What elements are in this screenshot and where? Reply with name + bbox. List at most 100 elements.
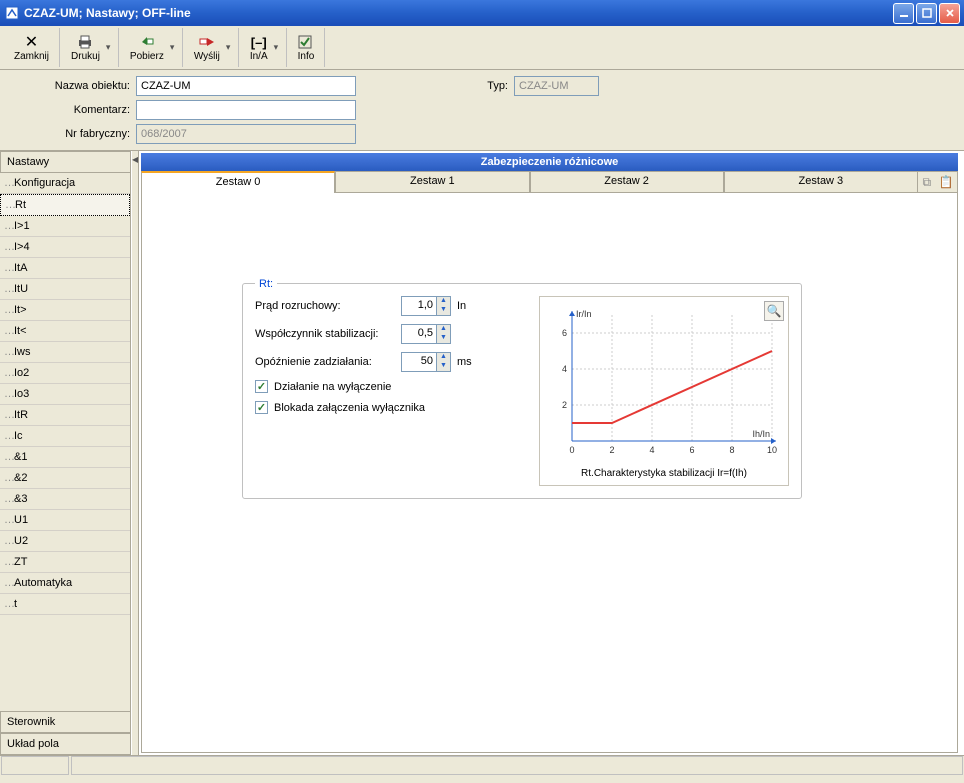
- spin-up-icon[interactable]: ▲: [437, 353, 450, 362]
- status-cell-1: [1, 756, 69, 775]
- sidebar-item-&2[interactable]: &2: [0, 468, 130, 489]
- sidebar-item-u2[interactable]: U2: [0, 531, 130, 552]
- tab-zestaw-1[interactable]: Zestaw 1: [335, 171, 529, 193]
- close-tool-button[interactable]: ✕ Zamknij: [8, 31, 55, 64]
- tab-zestaw-2[interactable]: Zestaw 2: [530, 171, 724, 193]
- svg-text:6: 6: [689, 445, 694, 455]
- content-header: Zabezpieczenie różnicowe: [141, 153, 958, 171]
- stab-factor-spinner[interactable]: 0,5 ▲▼: [401, 324, 451, 344]
- sidebar-item-io2[interactable]: Io2: [0, 363, 130, 384]
- breaker-block-checkbox[interactable]: ✓: [255, 401, 268, 414]
- paste-icon[interactable]: 📋: [939, 175, 953, 189]
- window-title: CZAZ-UM; Nastawy; OFF-line: [24, 6, 893, 20]
- zoom-icon[interactable]: 🔍: [764, 301, 784, 321]
- send-tool-button[interactable]: Wyślij: [188, 31, 226, 64]
- splitter[interactable]: ◀: [131, 151, 139, 755]
- startup-current-spinner[interactable]: 1,0 ▲▼: [401, 296, 451, 316]
- svg-text:Ir/In: Ir/In: [576, 309, 592, 319]
- content-area: Zabezpieczenie różnicowe Zestaw 0Zestaw …: [139, 151, 964, 755]
- svg-text:4: 4: [562, 364, 567, 374]
- form-area: Nazwa obiektu: Typ: Komentarz: Nr fabryc…: [0, 70, 964, 150]
- chart-plot: 0246810246Ih/InIr/In: [546, 303, 782, 463]
- trip-action-checkbox[interactable]: ✓: [255, 380, 268, 393]
- chart-box: 🔍 0246810246Ih/InIr/In Rt.Charakterystyk…: [539, 296, 789, 486]
- chart-caption: Rt.Charakterystyka stabilizacji Ir=f(Ih): [546, 468, 782, 479]
- spin-up-icon[interactable]: ▲: [437, 297, 450, 306]
- sidebar-item-konfiguracja[interactable]: Konfiguracja: [0, 173, 130, 194]
- svg-text:2: 2: [562, 400, 567, 410]
- serial-field: [136, 124, 356, 144]
- printer-icon: [76, 33, 94, 51]
- delay-spinner[interactable]: 50 ▲▼: [401, 352, 451, 372]
- object-name-field[interactable]: [136, 76, 356, 96]
- sidebar-item-t[interactable]: t: [0, 594, 130, 615]
- delay-label: Opóźnienie zadziałania:: [255, 356, 395, 368]
- svg-text:Ih/In: Ih/In: [752, 429, 770, 439]
- svg-text:2: 2: [609, 445, 614, 455]
- sidebar-item-itu[interactable]: ItU: [0, 279, 130, 300]
- tab-content: Rt: Prąd rozruchowy: 1,0 ▲▼ In Współc: [141, 193, 958, 753]
- type-label: Typ:: [468, 80, 508, 92]
- rt-title: Rt:: [255, 278, 277, 290]
- comment-field[interactable]: [136, 100, 356, 120]
- sidebar-item-u1[interactable]: U1: [0, 510, 130, 531]
- app-icon: [4, 5, 20, 21]
- info-tool-button[interactable]: Info: [292, 31, 321, 64]
- close-button[interactable]: [939, 3, 960, 24]
- download-tool-button[interactable]: Pobierz: [124, 31, 170, 64]
- svg-text:0: 0: [569, 445, 574, 455]
- copy-icon[interactable]: ⧉: [923, 175, 937, 189]
- tab-strip: Zestaw 0Zestaw 1Zestaw 2Zestaw 3 ⧉📋: [141, 171, 958, 193]
- object-name-label: Nazwa obiektu:: [10, 80, 130, 92]
- stab-factor-label: Współczynnik stabilizacji:: [255, 328, 395, 340]
- sidebar-item-automatyka[interactable]: Automatyka: [0, 573, 130, 594]
- sidebar-item-&1[interactable]: &1: [0, 447, 130, 468]
- comment-label: Komentarz:: [10, 104, 130, 116]
- sterownik-header[interactable]: Sterownik: [0, 711, 131, 733]
- chevron-left-icon: ◀: [132, 155, 138, 164]
- tab-zestaw-3[interactable]: Zestaw 3: [724, 171, 918, 193]
- sidebar-item-zt[interactable]: ZT: [0, 552, 130, 573]
- trip-action-label: Działanie na wyłączenie: [274, 381, 391, 393]
- sidebar-item-i>1[interactable]: I>1: [0, 216, 130, 237]
- check-icon: [298, 33, 314, 51]
- brackets-icon: [–]: [251, 33, 267, 51]
- uklad-pola-header[interactable]: Układ pola: [0, 733, 131, 755]
- sidebar-item-ic[interactable]: Ic: [0, 426, 130, 447]
- startup-current-unit: In: [457, 300, 481, 312]
- sidebar-item-ita[interactable]: ItA: [0, 258, 130, 279]
- download-dropdown[interactable]: ▾: [170, 42, 178, 53]
- sidebar-item-i>4[interactable]: I>4: [0, 237, 130, 258]
- spin-down-icon[interactable]: ▼: [437, 334, 450, 343]
- maximize-button[interactable]: [916, 3, 937, 24]
- sidebar-item-rt[interactable]: Rt: [0, 194, 130, 216]
- svg-text:8: 8: [729, 445, 734, 455]
- print-tool-button[interactable]: Drukuj: [65, 31, 106, 64]
- status-cell-2: [71, 756, 963, 775]
- rt-panel: Rt: Prąd rozruchowy: 1,0 ▲▼ In Współc: [242, 283, 802, 499]
- spin-down-icon[interactable]: ▼: [437, 362, 450, 371]
- nastawy-tree: KonfiguracjaRtI>1I>4ItAItUIt>It<IwsIo2Io…: [0, 173, 131, 711]
- svg-text:10: 10: [767, 445, 777, 455]
- print-dropdown[interactable]: ▾: [106, 42, 114, 53]
- sidebar-item-itr[interactable]: ItR: [0, 405, 130, 426]
- sidebar-item-iws[interactable]: Iws: [0, 342, 130, 363]
- sidebar-item-it<[interactable]: It<: [0, 321, 130, 342]
- sidebar-item-io3[interactable]: Io3: [0, 384, 130, 405]
- spin-up-icon[interactable]: ▲: [437, 325, 450, 334]
- sidebar-item-it>[interactable]: It>: [0, 300, 130, 321]
- serial-label: Nr fabryczny:: [10, 128, 130, 140]
- minimize-button[interactable]: [893, 3, 914, 24]
- nastawy-header[interactable]: Nastawy: [0, 151, 131, 173]
- ina-dropdown[interactable]: ▾: [274, 42, 282, 53]
- tab-zestaw-0[interactable]: Zestaw 0: [141, 171, 335, 193]
- toolbar: ✕ Zamknij Drukuj ▾ Pobierz ▾ Wyślij ▾: [0, 26, 964, 70]
- type-field: [514, 76, 599, 96]
- titlebar: CZAZ-UM; Nastawy; OFF-line: [0, 0, 964, 26]
- svg-text:4: 4: [649, 445, 654, 455]
- ina-tool-button[interactable]: [–] In/A: [244, 31, 274, 64]
- sidebar-item-&3[interactable]: &3: [0, 489, 130, 510]
- spin-down-icon[interactable]: ▼: [437, 306, 450, 315]
- delay-unit: ms: [457, 356, 481, 368]
- send-dropdown[interactable]: ▾: [226, 42, 234, 53]
